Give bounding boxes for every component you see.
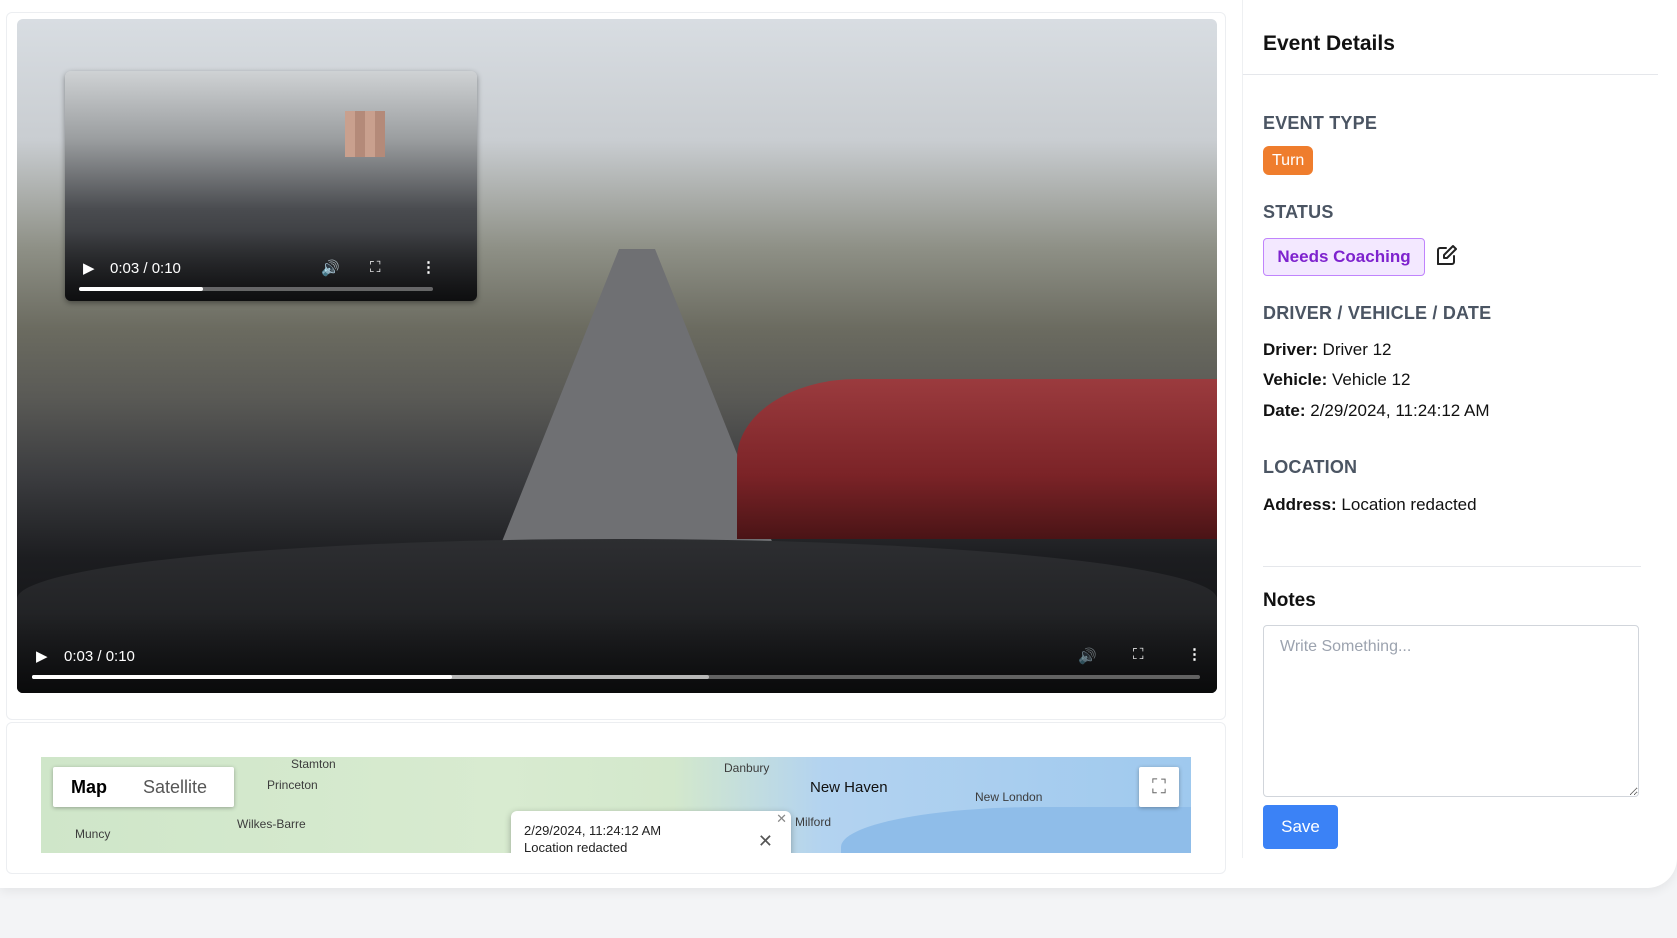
map-type-toggle: Map Satellite [53,767,234,807]
pip-progress-bar[interactable] [79,287,433,291]
divider [1263,566,1641,567]
map-place: New Haven [810,779,888,796]
notes-textarea[interactable] [1263,625,1639,797]
pip-controls: ▶ 0:03 / 0:10 🔊 ⛶ ⋮ [65,231,477,301]
vehicle-key: Vehicle: [1263,370,1328,389]
driver-key: Driver: [1263,340,1318,359]
vehicle-value: Vehicle 12 [1332,370,1411,389]
popup-close-icon[interactable]: ✕ [758,831,773,852]
app-frame: ▶ 0:03 / 0:10 🔊 ⛶ ⋮ ▶ 0:03 / 0:10 🔊 ⛶ ⋮ [0,0,1677,888]
driver-value: Driver 12 [1322,340,1392,359]
pip-time: 0:03 / 0:10 [110,260,181,277]
popup-address: Location redacted [524,840,628,853]
more-options-icon[interactable]: ⋮ [1187,645,1202,663]
map-place: Stamton [291,757,336,771]
pip-progress-fill [79,287,203,291]
map-info-popup: 2/29/2024, 11:24:12 AM Location redacted… [511,811,791,853]
address-value: Location redacted [1341,495,1477,514]
map-place: Wilkes-Barre [237,817,306,831]
driver-line: Driver: Driver 12 [1263,340,1392,360]
driver-facing-video[interactable]: ▶ 0:03 / 0:10 🔊 ⛶ ⋮ [65,71,477,301]
location-map[interactable]: Stamton Princeton Muncy Wilkes-Barre Dan… [41,757,1191,853]
fullscreen-icon[interactable]: ⛶ [1133,646,1144,663]
fullscreen-icon[interactable]: ⛶ [370,259,381,276]
address-line: Address: Location redacted [1263,495,1477,515]
status-badge: Needs Coaching [1263,238,1425,276]
date-value: 2/29/2024, 11:24:12 AM [1310,401,1490,420]
event-details-panel: Event Details EVENT TYPE Turn STATUS Nee… [1242,0,1658,858]
date-key: Date: [1263,401,1306,420]
map-fullscreen-button[interactable]: ⛶ [1139,767,1179,807]
popup-date: 2/29/2024, 11:24:12 AM [524,823,662,838]
main-controls: ▶ 0:03 / 0:10 🔊 ⛶ ⋮ [17,613,1217,693]
main-progress-fill [32,675,453,679]
notes-title: Notes [1263,590,1316,611]
more-options-icon[interactable]: ⋮ [421,258,436,276]
map-place: New London [975,790,1043,804]
event-type-badge: Turn [1263,146,1314,175]
red-car [737,379,1217,539]
vehicle-line: Vehicle: Vehicle 12 [1263,370,1410,390]
map-place: Danbury [724,761,770,775]
play-icon[interactable]: ▶ [83,259,95,277]
date-line: Date: 2/29/2024, 11:24:12 AM [1263,401,1490,421]
location-label: LOCATION [1263,457,1358,477]
volume-icon[interactable]: 🔊 [1078,647,1097,665]
driver-vehicle-date-label: DRIVER / VEHICLE / DATE [1263,303,1492,323]
panel-title: Event Details [1263,32,1395,55]
road-facing-video[interactable]: ▶ 0:03 / 0:10 🔊 ⛶ ⋮ ▶ 0:03 / 0:10 🔊 ⛶ ⋮ [17,19,1217,693]
panel-header: Event Details [1243,0,1658,75]
main-progress-bar[interactable] [32,675,1200,679]
address-key: Address: [1263,495,1337,514]
main-time: 0:03 / 0:10 [64,648,135,665]
map-place: Milford [795,815,832,829]
save-button[interactable]: Save [1263,805,1338,849]
map-place: Muncy [75,827,111,841]
map-place: Princeton [267,778,318,792]
map-water [841,807,1191,853]
satellite-tab[interactable]: Satellite [125,777,225,798]
fullscreen-icon: ⛶ [1152,775,1166,798]
play-icon[interactable]: ▶ [36,647,48,665]
media-column: ▶ 0:03 / 0:10 🔊 ⛶ ⋮ ▶ 0:03 / 0:10 🔊 ⛶ ⋮ [0,0,1226,874]
blurred-face [345,111,385,157]
event-type-label: EVENT TYPE [1263,113,1378,133]
map-tab[interactable]: Map [53,777,125,798]
close-icon[interactable]: ✕ [776,811,787,827]
status-label: STATUS [1263,202,1334,222]
edit-icon[interactable] [1434,244,1458,268]
volume-icon[interactable]: 🔊 [321,259,340,277]
